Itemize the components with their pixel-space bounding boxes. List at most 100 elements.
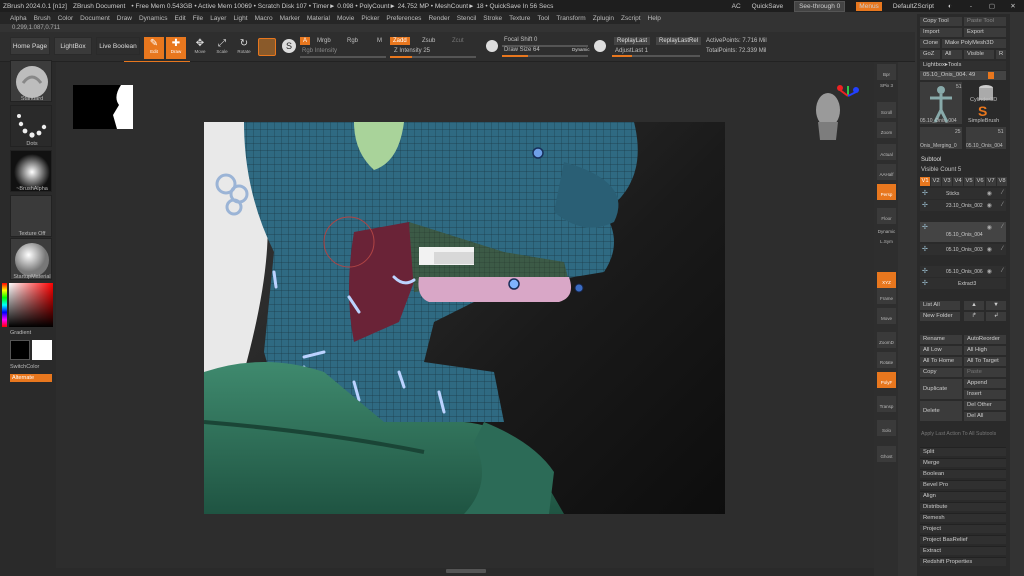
right-shelf-bpr-button[interactable]: Bpr (877, 64, 896, 80)
right-shelf-dynamic-button[interactable]: Dynamic (877, 228, 896, 236)
export-button[interactable]: Export (964, 28, 1006, 37)
right-shelf-floor-button[interactable]: Floor (877, 208, 896, 224)
visibility-set-v2[interactable]: V2 (931, 177, 941, 186)
visibility-set-v3[interactable]: V3 (942, 177, 952, 186)
eye-icon[interactable]: ◉ (987, 268, 992, 275)
all-low-button[interactable]: All Low (920, 346, 962, 355)
tool-scale-button[interactable]: ⤢ Scale (212, 37, 232, 59)
menu-help[interactable]: Help (648, 15, 661, 22)
adjust-last-track[interactable] (612, 55, 700, 57)
eye-icon[interactable]: ◉ (987, 202, 992, 209)
apply-last-action-button[interactable]: Apply Last Action To All Subtools (921, 430, 1007, 439)
brush-icon[interactable]: ⁄ (1002, 246, 1003, 252)
eye-icon[interactable]: ◉ (987, 246, 992, 253)
menu-zscript[interactable]: Zscript (621, 15, 641, 22)
menu-preferences[interactable]: Preferences (386, 15, 421, 22)
menu-tool[interactable]: Tool (537, 15, 549, 22)
menu-picker[interactable]: Picker (361, 15, 379, 22)
subtool-row[interactable]: ✢ Extract3 (920, 278, 1006, 289)
color-picker[interactable] (9, 283, 53, 327)
z-intensity-slider[interactable]: Z Intensity 25 (394, 48, 430, 54)
sculpt-canvas[interactable] (204, 122, 725, 514)
visibility-set-v8[interactable]: V8 (997, 177, 1007, 186)
dynamic-toggle[interactable]: Dynamic (572, 47, 590, 52)
all-to-home-button[interactable]: All To Home (920, 357, 962, 366)
replay-last-rel-button[interactable]: ReplayLastRel (656, 37, 702, 45)
right-shelf-zoomd-button[interactable]: ZoomD (877, 332, 896, 348)
paste-button[interactable]: Paste (964, 368, 1006, 377)
del-other-button[interactable]: Del Other (964, 401, 1006, 410)
menu-stencil[interactable]: Stencil (457, 15, 477, 22)
help-icon[interactable]: ◐ (945, 3, 955, 10)
tool-rotate-button[interactable]: ↻ Rotate (234, 37, 254, 59)
quicksave-button[interactable]: QuickSave (752, 3, 783, 10)
goz-visible-button[interactable]: Visible (964, 50, 994, 59)
new-folder-button[interactable]: New Folder (920, 312, 960, 321)
submenu-extract[interactable]: Extract (920, 546, 1006, 555)
menu-render[interactable]: Render (428, 15, 449, 22)
subtool-row[interactable]: ✢ Sticks ◉ ⁄ (920, 188, 1006, 199)
menu-material[interactable]: Material (307, 15, 330, 22)
menu-light[interactable]: Light (233, 15, 247, 22)
copy-button[interactable]: Copy (920, 368, 962, 377)
replay-last-button[interactable]: ReplayLast (614, 37, 651, 45)
menu-stroke[interactable]: Stroke (483, 15, 502, 22)
menu-document[interactable]: Document (80, 15, 110, 22)
tool-draw-button[interactable]: ✚ Draw (166, 37, 186, 59)
submenu-remesh[interactable]: Remesh (920, 513, 1006, 522)
visibility-set-v6[interactable]: V6 (975, 177, 985, 186)
folder-up-icon[interactable]: ↱ (964, 312, 984, 321)
menu-file[interactable]: File (193, 15, 203, 22)
mrgb-button[interactable]: Mrgb (317, 38, 331, 44)
material-sphere-icon[interactable] (258, 38, 276, 56)
focal-shift-slider[interactable]: Focal Shift 0 (504, 37, 537, 43)
menu-macro[interactable]: Macro (255, 15, 273, 22)
menu-dynamics[interactable]: Dynamics (139, 15, 168, 22)
menu-draw[interactable]: Draw (117, 15, 132, 22)
right-shelf-transp-button[interactable]: Transp (877, 396, 896, 412)
import-button[interactable]: Import (920, 28, 962, 37)
all-high-button[interactable]: All High (964, 346, 1006, 355)
right-shelf-l-sym-button[interactable]: L.Sym (877, 238, 896, 246)
rgb-intensity-track[interactable] (300, 56, 386, 58)
m-button[interactable]: M (377, 38, 382, 44)
brush-icon[interactable]: ⁄ (1002, 202, 1003, 208)
menus-toggle[interactable]: Menus (856, 1, 882, 11)
brush-icon[interactable]: ⁄ (1002, 268, 1003, 274)
paste-tool-button[interactable]: Paste Tool (964, 17, 1006, 26)
menu-brush[interactable]: Brush (34, 15, 51, 22)
right-shelf-aahalf-button[interactable]: AAHalf (877, 164, 896, 180)
move-down-icon[interactable]: ▼ (986, 301, 1006, 310)
menu-texture[interactable]: Texture (509, 15, 530, 22)
del-all-button[interactable]: Del All (964, 412, 1006, 421)
submenu-merge[interactable]: Merge (920, 458, 1006, 467)
all-to-target-button[interactable]: All To Target (964, 357, 1006, 366)
eye-icon[interactable]: ◉ (987, 190, 992, 197)
menu-movie[interactable]: Movie (337, 15, 354, 22)
visibility-set-v5[interactable]: V5 (964, 177, 974, 186)
tray-handle[interactable] (446, 569, 486, 573)
goz-all-button[interactable]: All (942, 50, 962, 59)
submenu-project[interactable]: Project (920, 524, 1006, 533)
brush-icon[interactable]: ⁄ (1002, 190, 1003, 196)
see-through-slider[interactable]: See-through 0 (794, 0, 846, 12)
right-shelf-xyz-button[interactable]: XYZ (877, 272, 896, 288)
right-shelf-frame-button[interactable]: Frame (877, 288, 896, 304)
rgb-intensity-slider[interactable]: Rgb Intensity (302, 48, 337, 54)
eye-icon[interactable]: ◉ (987, 224, 992, 231)
duplicate-button[interactable]: Duplicate (920, 379, 962, 399)
switch-color-button[interactable]: SwitchColor (10, 364, 54, 370)
visibility-set-v7[interactable]: V7 (986, 177, 996, 186)
goz-button[interactable]: GoZ (920, 50, 940, 59)
subtool-row[interactable]: ✢ 05.10_Onis_004 ◉ ⁄ (920, 222, 1006, 242)
brush-icon[interactable]: ⁄ (1002, 224, 1003, 230)
hue-strip[interactable] (2, 283, 7, 327)
submenu-align[interactable]: Align (920, 491, 1006, 500)
append-button[interactable]: Append (964, 379, 1006, 388)
subtool-row[interactable]: ✢ 23.10_Onis_002 ◉ ⁄ (920, 200, 1006, 211)
right-shelf-polyf-button[interactable]: PolyF (877, 372, 896, 388)
zadd-button[interactable]: Zadd (390, 37, 410, 45)
alternate-button[interactable]: Alternate (10, 374, 52, 382)
make-polymesh-button[interactable]: Make PolyMesh3D (942, 39, 1006, 48)
home-page-button[interactable]: Home Page (10, 37, 50, 55)
